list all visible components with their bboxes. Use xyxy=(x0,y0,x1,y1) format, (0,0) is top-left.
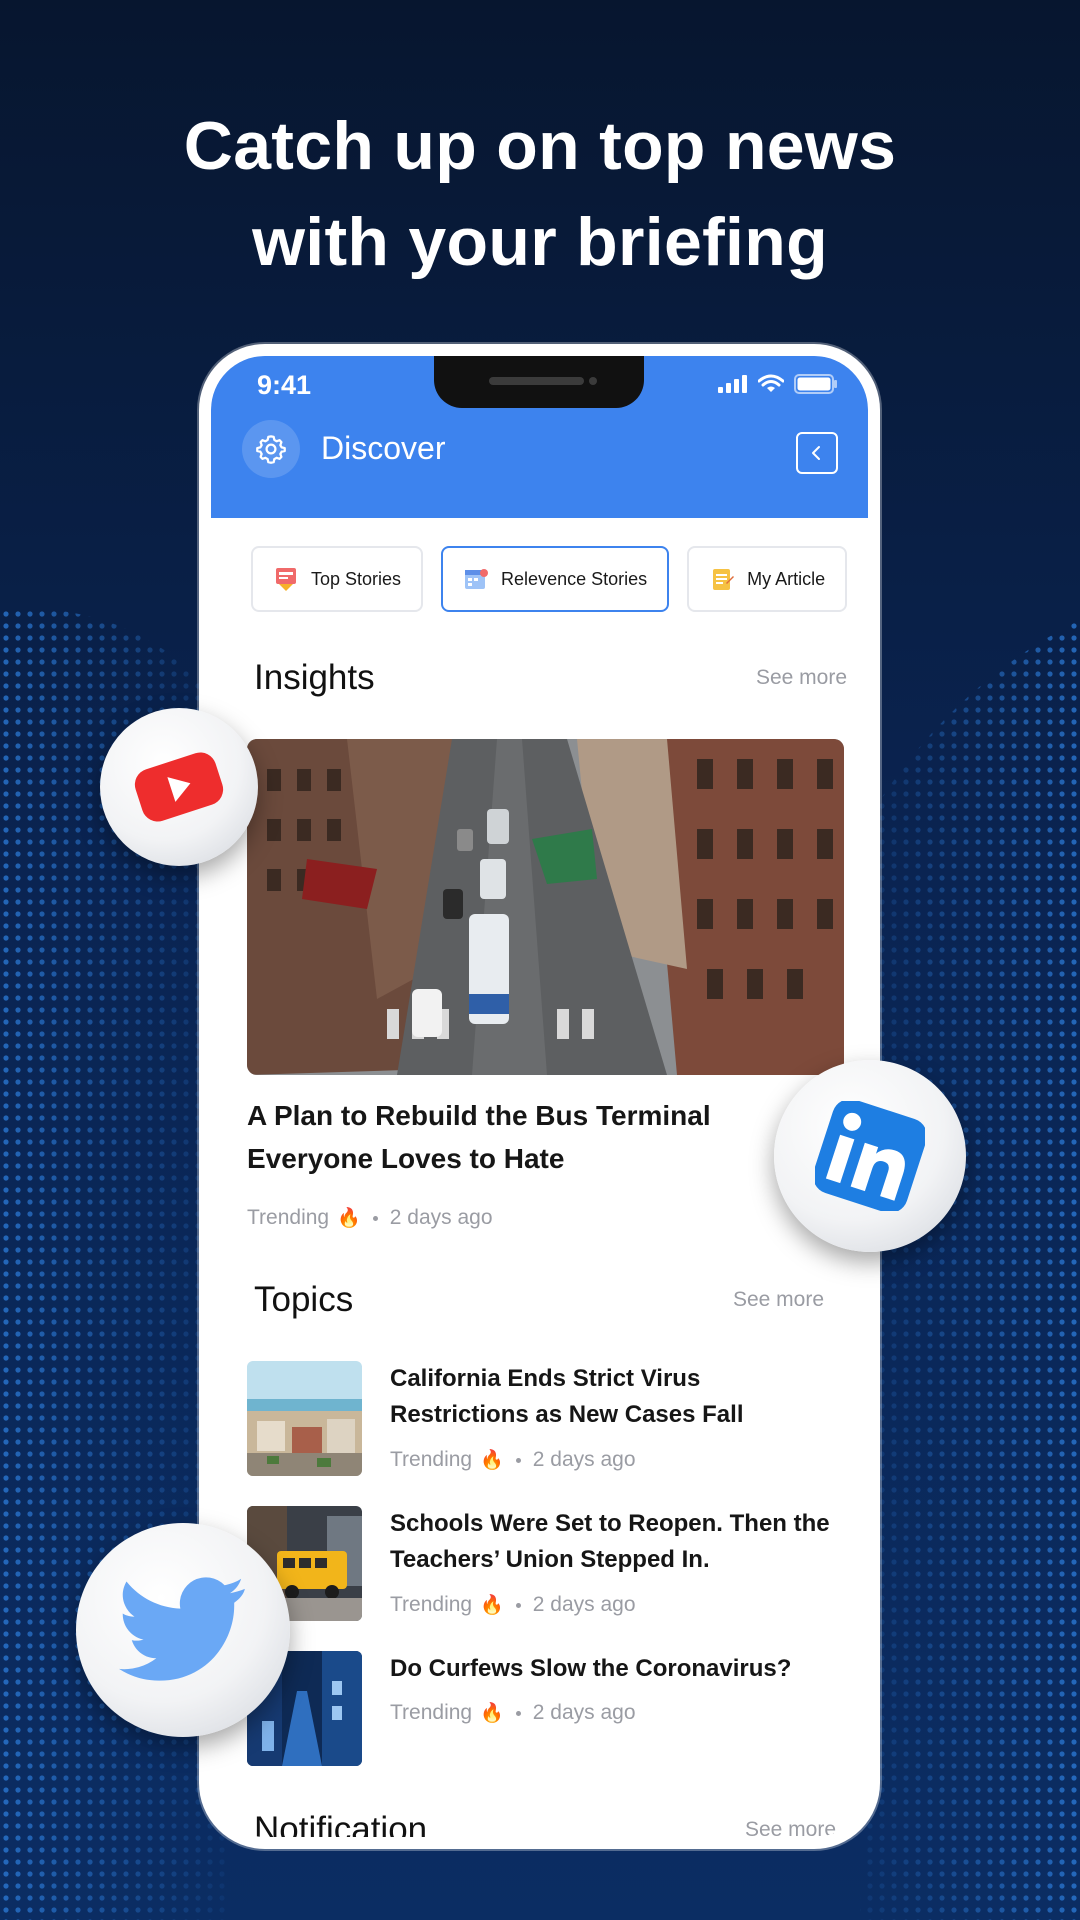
topic-meta: Trending 🔥 2 days ago xyxy=(390,1448,636,1472)
topics-see-more-link[interactable]: See more xyxy=(733,1288,824,1312)
topic-meta: Trending 🔥 2 days ago xyxy=(390,1701,636,1725)
battery-icon xyxy=(794,374,837,394)
chip-label: Top Stories xyxy=(311,568,402,589)
chip-relevence-stories[interactable]: Relevence Stories xyxy=(441,546,670,612)
topic-time: 2 days ago xyxy=(532,1701,636,1724)
linkedin-badge xyxy=(774,1060,966,1252)
trending-label: Trending xyxy=(390,1701,473,1724)
notepad-icon xyxy=(713,569,735,590)
meta-separator xyxy=(372,1215,378,1221)
youtube-icon xyxy=(134,752,224,822)
topics-title: Topics xyxy=(254,1280,354,1319)
insights-title: Insights xyxy=(254,658,375,697)
status-time: 9:41 xyxy=(257,370,312,400)
signal-icon xyxy=(718,375,747,393)
notch-speaker xyxy=(489,377,584,385)
headline: Catch up on top news with your briefing xyxy=(0,98,1080,290)
linkedin-icon xyxy=(815,1101,925,1211)
chip-label: Relevence Stories xyxy=(501,568,648,589)
calendar-icon xyxy=(465,569,489,589)
category-chips: Top Stories Relevence Stories My Article xyxy=(251,546,848,612)
twitter-badge xyxy=(76,1523,290,1737)
back-button[interactable] xyxy=(796,432,838,474)
insights-article-meta: Trending 🔥 2 days ago xyxy=(247,1206,493,1230)
article-time: 2 days ago xyxy=(389,1206,493,1229)
wifi-icon xyxy=(758,374,784,392)
trending-label: Trending xyxy=(390,1448,473,1471)
topic-time: 2 days ago xyxy=(532,1593,636,1616)
chip-top-stories[interactable]: Top Stories xyxy=(251,546,424,612)
topic-item[interactable]: Schools Were Set to Reopen. Then the Tea… xyxy=(247,1506,847,1621)
insights-see-more-link[interactable]: See more xyxy=(756,666,847,690)
phone-notch xyxy=(434,356,644,408)
youtube-badge xyxy=(100,708,258,866)
fire-icon: 🔥 xyxy=(480,1703,504,1724)
topic-title: California Ends Strict Virus Restriction… xyxy=(390,1365,744,1428)
phone-frame: 9:41 Discover Top Stories Relevence Stor… xyxy=(199,344,880,1849)
headline-line-2: with your briefing xyxy=(252,204,828,280)
fire-icon: 🔥 xyxy=(480,1450,504,1471)
meta-separator xyxy=(515,1457,521,1463)
meta-separator xyxy=(515,1710,521,1716)
topic-item[interactable]: Do Curfews Slow the Coronavirus? Trendin… xyxy=(247,1651,847,1766)
meta-separator xyxy=(515,1602,521,1608)
insights-article-image[interactable] xyxy=(247,739,844,1075)
chip-label: My Article xyxy=(747,568,826,589)
gear-icon xyxy=(256,435,286,464)
chip-my-article[interactable]: My Article xyxy=(687,546,848,612)
topic-meta: Trending 🔥 2 days ago xyxy=(390,1593,636,1617)
page-title: Discover xyxy=(321,430,446,466)
fire-icon: 🔥 xyxy=(337,1208,361,1229)
trending-label: Trending xyxy=(247,1206,330,1229)
fire-icon: 🔥 xyxy=(480,1595,504,1616)
topic-title: Schools Were Set to Reopen. Then the Tea… xyxy=(390,1510,830,1573)
topic-thumbnail xyxy=(247,1361,362,1476)
topic-title: Do Curfews Slow the Coronavirus? xyxy=(390,1655,792,1682)
notch-camera xyxy=(589,377,597,385)
settings-button[interactable] xyxy=(242,420,300,478)
status-icons xyxy=(718,374,838,394)
phone-screen: 9:41 Discover Top Stories Relevence Stor… xyxy=(211,356,868,1837)
news-icon xyxy=(276,568,296,591)
notification-title: Notification xyxy=(254,1810,428,1837)
app-header: 9:41 Discover xyxy=(211,356,868,518)
notification-see-more-link[interactable]: See more xyxy=(745,1818,836,1837)
trending-label: Trending xyxy=(390,1593,473,1616)
topic-time: 2 days ago xyxy=(532,1448,636,1471)
insights-article-title[interactable]: A Plan to Rebuild the Bus Terminal Every… xyxy=(247,1094,747,1180)
twitter-icon xyxy=(119,1577,245,1681)
back-chevron-icon xyxy=(812,446,820,460)
headline-line-1: Catch up on top news xyxy=(183,108,897,184)
topic-item[interactable]: California Ends Strict Virus Restriction… xyxy=(247,1361,847,1476)
